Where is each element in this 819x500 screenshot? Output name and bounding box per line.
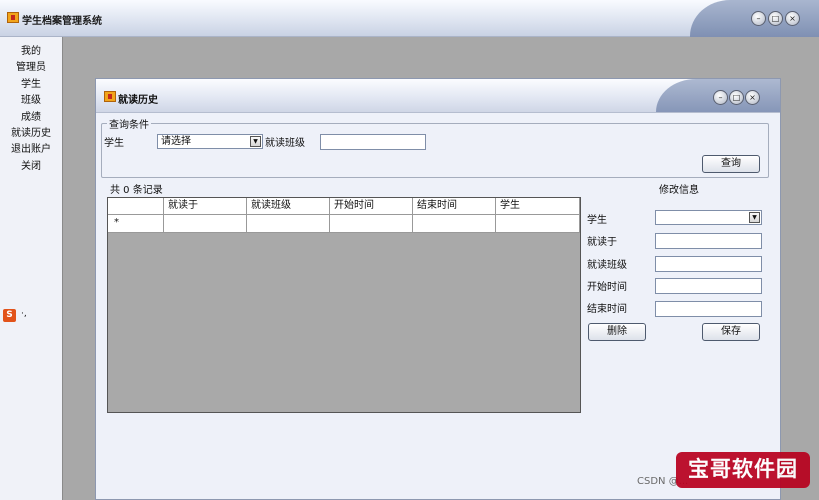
child-titlebar[interactable]: 就读历史 – □ ×	[96, 79, 780, 113]
sidebar-item-close[interactable]: 关闭	[0, 157, 62, 172]
sogou-ime-icon[interactable]: S	[3, 309, 16, 322]
edit-class-input[interactable]	[655, 256, 762, 272]
grid-header-class[interactable]: 就读班级	[247, 198, 330, 215]
sidebar-item-grades[interactable]: 成绩	[0, 108, 62, 123]
child-window-title: 就读历史	[118, 95, 158, 106]
delete-button[interactable]: 删除	[588, 323, 646, 341]
query-student-select-value: 请选择	[161, 136, 191, 147]
edit-school-label: 就读于	[587, 237, 617, 248]
edit-school-input[interactable]	[655, 233, 762, 249]
edit-start-input[interactable]	[655, 278, 762, 294]
edit-end-label: 结束时间	[587, 304, 627, 315]
new-row-marker: *	[108, 215, 164, 233]
search-button[interactable]: 查询	[702, 155, 760, 173]
minimize-button[interactable]: –	[751, 11, 766, 26]
table-cell[interactable]	[247, 215, 330, 233]
sidebar-item-class[interactable]: 班级	[0, 91, 62, 106]
query-class-label: 就读班级	[265, 138, 305, 149]
chevron-down-icon[interactable]: ▼	[749, 212, 760, 223]
chevron-down-icon[interactable]: ▼	[250, 136, 261, 147]
record-count: 共 0 条记录	[110, 185, 163, 196]
table-cell[interactable]	[330, 215, 413, 233]
save-button[interactable]: 保存	[702, 323, 760, 341]
app-icon	[7, 12, 19, 23]
edit-student-select[interactable]: ▼	[655, 210, 762, 225]
query-group-title: 查询条件	[107, 116, 151, 131]
child-close-button[interactable]: ×	[745, 90, 760, 105]
table-cell[interactable]	[413, 215, 496, 233]
app-title: 学生档案管理系统	[22, 16, 102, 27]
child-window-icon	[104, 91, 116, 102]
main-titlebar[interactable]: 学生档案管理系统 – □ ×	[0, 0, 819, 37]
close-button[interactable]: ×	[785, 11, 800, 26]
grid-new-row[interactable]: *	[108, 215, 580, 233]
grid-header-school[interactable]: 就读于	[164, 198, 247, 215]
edit-panel-title: 修改信息	[659, 185, 699, 196]
sidebar-item-my[interactable]: 我的	[0, 42, 62, 57]
query-groupbox	[101, 123, 769, 178]
grid-header-row: 就读于 就读班级 开始时间 结束时间 学生	[108, 198, 580, 215]
grid-header-end-time[interactable]: 结束时间	[413, 198, 496, 215]
history-grid[interactable]: 就读于 就读班级 开始时间 结束时间 学生 *	[107, 197, 581, 413]
grid-header-student[interactable]: 学生	[496, 198, 580, 215]
sidebar: 我的 管理员 学生 班级 成绩 就读历史 退出账户 关闭 S ·,	[0, 37, 62, 500]
child-maximize-button[interactable]: □	[729, 90, 744, 105]
grid-header-start-time[interactable]: 开始时间	[330, 198, 413, 215]
table-cell[interactable]	[164, 215, 247, 233]
site-watermark-logo: 宝哥软件园	[676, 452, 810, 488]
sidebar-item-logout[interactable]: 退出账户	[0, 140, 62, 155]
edit-class-label: 就读班级	[587, 260, 627, 271]
ime-menu-icon[interactable]: ·,	[21, 309, 27, 319]
query-student-select[interactable]: 请选择 ▼	[157, 134, 263, 149]
sidebar-item-student[interactable]: 学生	[0, 75, 62, 90]
ime-toolbar[interactable]: S ·,	[3, 309, 33, 323]
edit-start-label: 开始时间	[587, 282, 627, 293]
table-cell[interactable]	[496, 215, 580, 233]
grid-header-corner[interactable]	[108, 198, 164, 215]
edit-end-input[interactable]	[655, 301, 762, 317]
sidebar-item-admin[interactable]: 管理员	[0, 58, 62, 73]
query-class-input[interactable]	[320, 134, 426, 150]
child-minimize-button[interactable]: –	[713, 90, 728, 105]
maximize-button[interactable]: □	[768, 11, 783, 26]
query-student-label: 学生	[104, 138, 124, 149]
edit-student-label: 学生	[587, 215, 607, 226]
sidebar-item-study-history[interactable]: 就读历史	[0, 124, 62, 139]
